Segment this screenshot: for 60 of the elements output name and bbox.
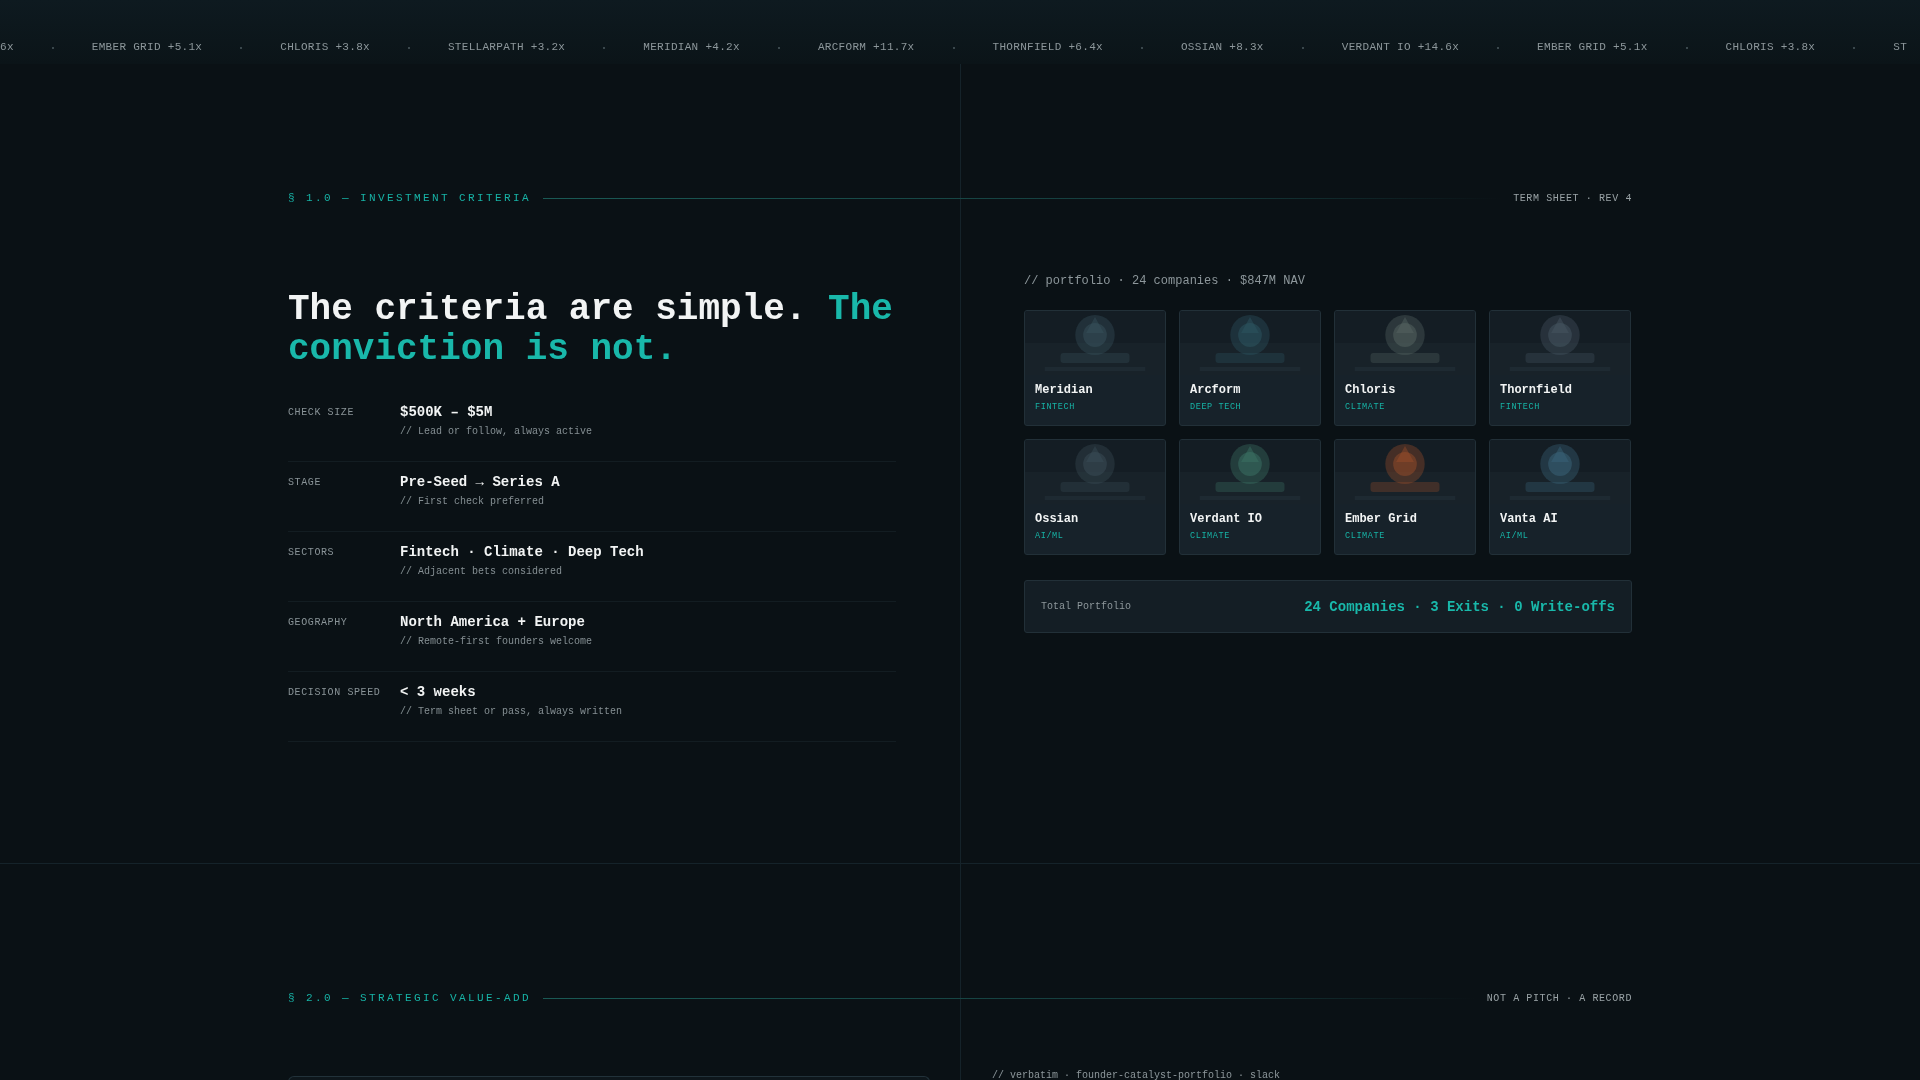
criteria-label: SECTORS (288, 546, 336, 560)
ticker-item: ST (1893, 41, 1908, 55)
sector-tag: DEEP TECH (1190, 402, 1310, 412)
sector-tag: CLIMATE (1345, 531, 1465, 541)
criteria-note: // Remote-first founders welcome (400, 636, 593, 647)
company-card[interactable]: Ember Grid CLIMATE (1334, 439, 1476, 555)
portfolio-caption: // portfolio · 24 companies · $847M NAV (1024, 274, 1306, 288)
company-card[interactable]: Chloris CLIMATE (1334, 310, 1476, 426)
company-name: Chloris (1345, 383, 1397, 397)
sector-tag: AI/ML (1500, 531, 1620, 541)
headline: The criteria are simple. The conviction is not. (288, 290, 894, 370)
company-card[interactable]: Vanta AI AI/ML (1489, 439, 1631, 555)
company-card[interactable]: Arcform DEEP TECH (1179, 310, 1321, 426)
sector-tag: AI/ML (1035, 531, 1155, 541)
source-caption: // verbatim · founder-catalyst-portfolio · slack (992, 1070, 1282, 1080)
company-name: Thornfield (1500, 383, 1573, 397)
sector-tag: FINTECH (1500, 402, 1620, 412)
ticker-item: THORNFIELD +6.4x (992, 41, 1103, 55)
criteria-note: // First check preferred (400, 496, 546, 507)
company-name: Verdant IO (1190, 512, 1263, 526)
ticker-item: MERIDIAN +4.2x (643, 41, 740, 55)
criteria-note: // Lead or follow, always active (400, 426, 593, 437)
ticker-item: STELLARPATH +3.2x (447, 41, 566, 55)
company-card[interactable]: Ossian AI/ML (1024, 439, 1166, 555)
total-value: 24 Companies · 3 Exits · 0 Write-offs (1304, 598, 1615, 615)
company-name: Meridian (1035, 383, 1094, 397)
ticker-item: ARCFORM +11.7x (817, 41, 915, 55)
ticker-item: 6x (0, 41, 14, 55)
criteria-value: Fintech · Climate · Deep Tech (400, 544, 644, 560)
criteria-value: $500K – $5M (400, 404, 494, 420)
criteria-label: DECISION SPEED (288, 686, 382, 700)
ticker-item: CHLORIS +3.8x (280, 41, 370, 55)
company-name: Ember Grid (1345, 512, 1418, 526)
sector-tag: FINTECH (1035, 402, 1155, 412)
company-name: Arcform (1190, 383, 1242, 397)
criteria-label: STAGE (288, 476, 322, 490)
criteria-note: // Term sheet or pass, always written (400, 706, 623, 717)
ticker-item: EMBER GRID +5.1x (91, 41, 203, 55)
sector-tag: CLIMATE (1345, 402, 1465, 412)
criteria-label: CHECK SIZE (288, 406, 355, 420)
criteria-value: < 3 weeks (400, 684, 477, 700)
criteria-value: North America + Europe (400, 614, 586, 630)
ticker-item: OSSIAN +8.3x (1180, 41, 1264, 55)
sector-tag: CLIMATE (1190, 531, 1310, 541)
total-label: Total Portfolio (1041, 601, 1131, 612)
ticker-item: CHLORIS +3.8x (1725, 41, 1816, 55)
ticker-item: EMBER GRID +5.1x (1537, 41, 1648, 55)
section-label: § 1.0 — INVESTMENT CRITERIA (288, 192, 532, 204)
criteria-label: GEOGRAPHY (288, 616, 349, 630)
section-label: § 2.0 — STRATEGIC VALUE-ADD (288, 992, 532, 1004)
company-card[interactable]: Thornfield FINTECH (1489, 310, 1631, 426)
section-note: NOT A PITCH · A RECORD (1486, 992, 1632, 1004)
company-name: Vanta AI (1500, 512, 1559, 526)
section-note: TERM SHEET · REV 4 (1513, 192, 1632, 204)
company-card[interactable]: Meridian FINTECH (1024, 310, 1166, 426)
company-name: Ossian (1035, 512, 1080, 526)
criteria-value: Pre-Seed → Series A (400, 474, 560, 490)
company-card[interactable]: Verdant IO CLIMATE (1179, 439, 1321, 555)
criteria-note: // Adjacent bets considered (400, 566, 564, 577)
ticker-item: VERDANT IO +14.6x (1341, 41, 1460, 55)
